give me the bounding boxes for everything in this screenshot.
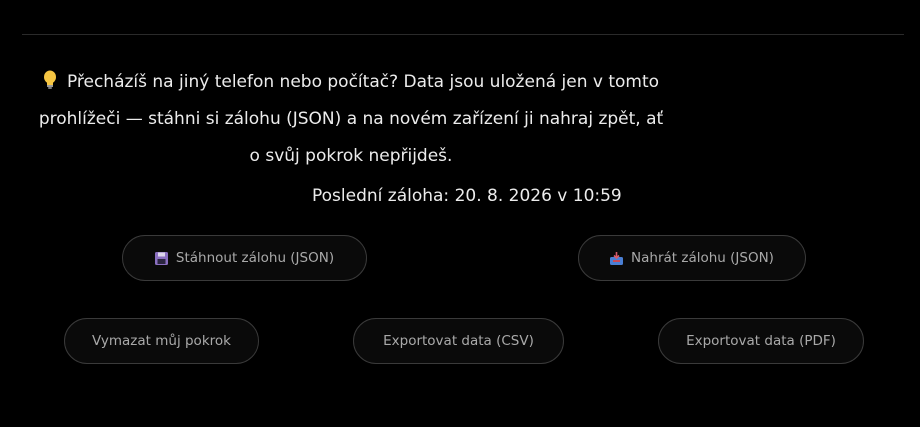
upload-backup-button[interactable]: Nahrát zálohu (JSON) xyxy=(578,235,806,281)
top-divider xyxy=(22,34,904,35)
inbox-tray-icon xyxy=(610,251,624,265)
export-csv-button[interactable]: Exportovat data (CSV) xyxy=(353,318,564,364)
last-backup-status: Poslední záloha: 20. 8. 2026 v 10:59 xyxy=(312,186,622,206)
floppy-disk-icon xyxy=(154,251,168,265)
info-text: Přecházíš na jiný telefon nebo počítač? … xyxy=(38,72,664,166)
clear-progress-label: Vymazat můj pokrok xyxy=(92,333,231,349)
info-message: Přecházíš na jiný telefon nebo počítač? … xyxy=(36,64,666,175)
export-csv-label: Exportovat data (CSV) xyxy=(383,333,534,349)
export-pdf-label: Exportovat data (PDF) xyxy=(686,333,836,349)
export-pdf-button[interactable]: Exportovat data (PDF) xyxy=(658,318,864,364)
upload-backup-label: Nahrát zálohu (JSON) xyxy=(631,250,774,266)
lightbulb-icon xyxy=(43,70,56,89)
download-backup-label: Stáhnout zálohu (JSON) xyxy=(175,250,335,266)
download-backup-button[interactable]: Stáhnout zálohu (JSON) xyxy=(122,235,367,281)
clear-progress-button[interactable]: Vymazat můj pokrok xyxy=(64,318,259,364)
